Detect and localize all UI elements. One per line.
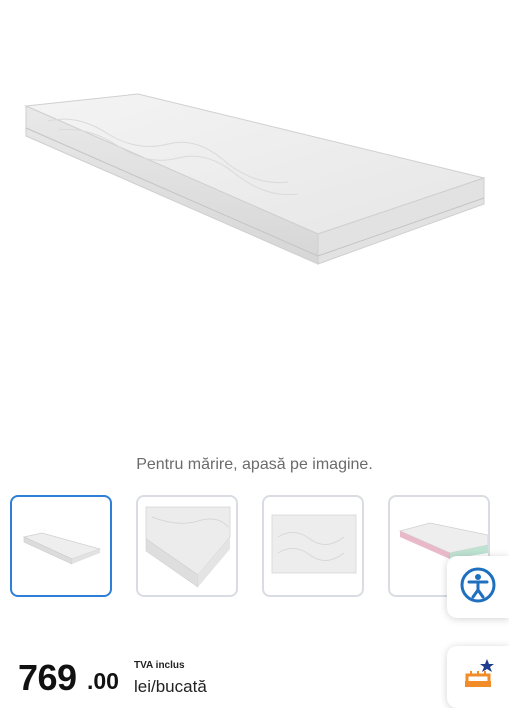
accessibility-button[interactable]	[447, 556, 509, 618]
zoom-hint: Pentru mărire, apasă pe imagine.	[136, 456, 373, 473]
cake-star-icon	[460, 657, 496, 698]
thumbnail-2[interactable]	[136, 495, 238, 597]
vat-label: TVA inclus	[134, 660, 185, 671]
accessibility-icon	[459, 566, 497, 609]
price-unit: lei/bucată	[134, 677, 207, 696]
thumbnail-3[interactable]	[262, 495, 364, 597]
price-integer: 769	[18, 657, 77, 698]
main-product-image[interactable]	[18, 86, 494, 296]
price-decimal: .00	[87, 668, 119, 694]
thumbnail-1[interactable]	[10, 495, 112, 597]
